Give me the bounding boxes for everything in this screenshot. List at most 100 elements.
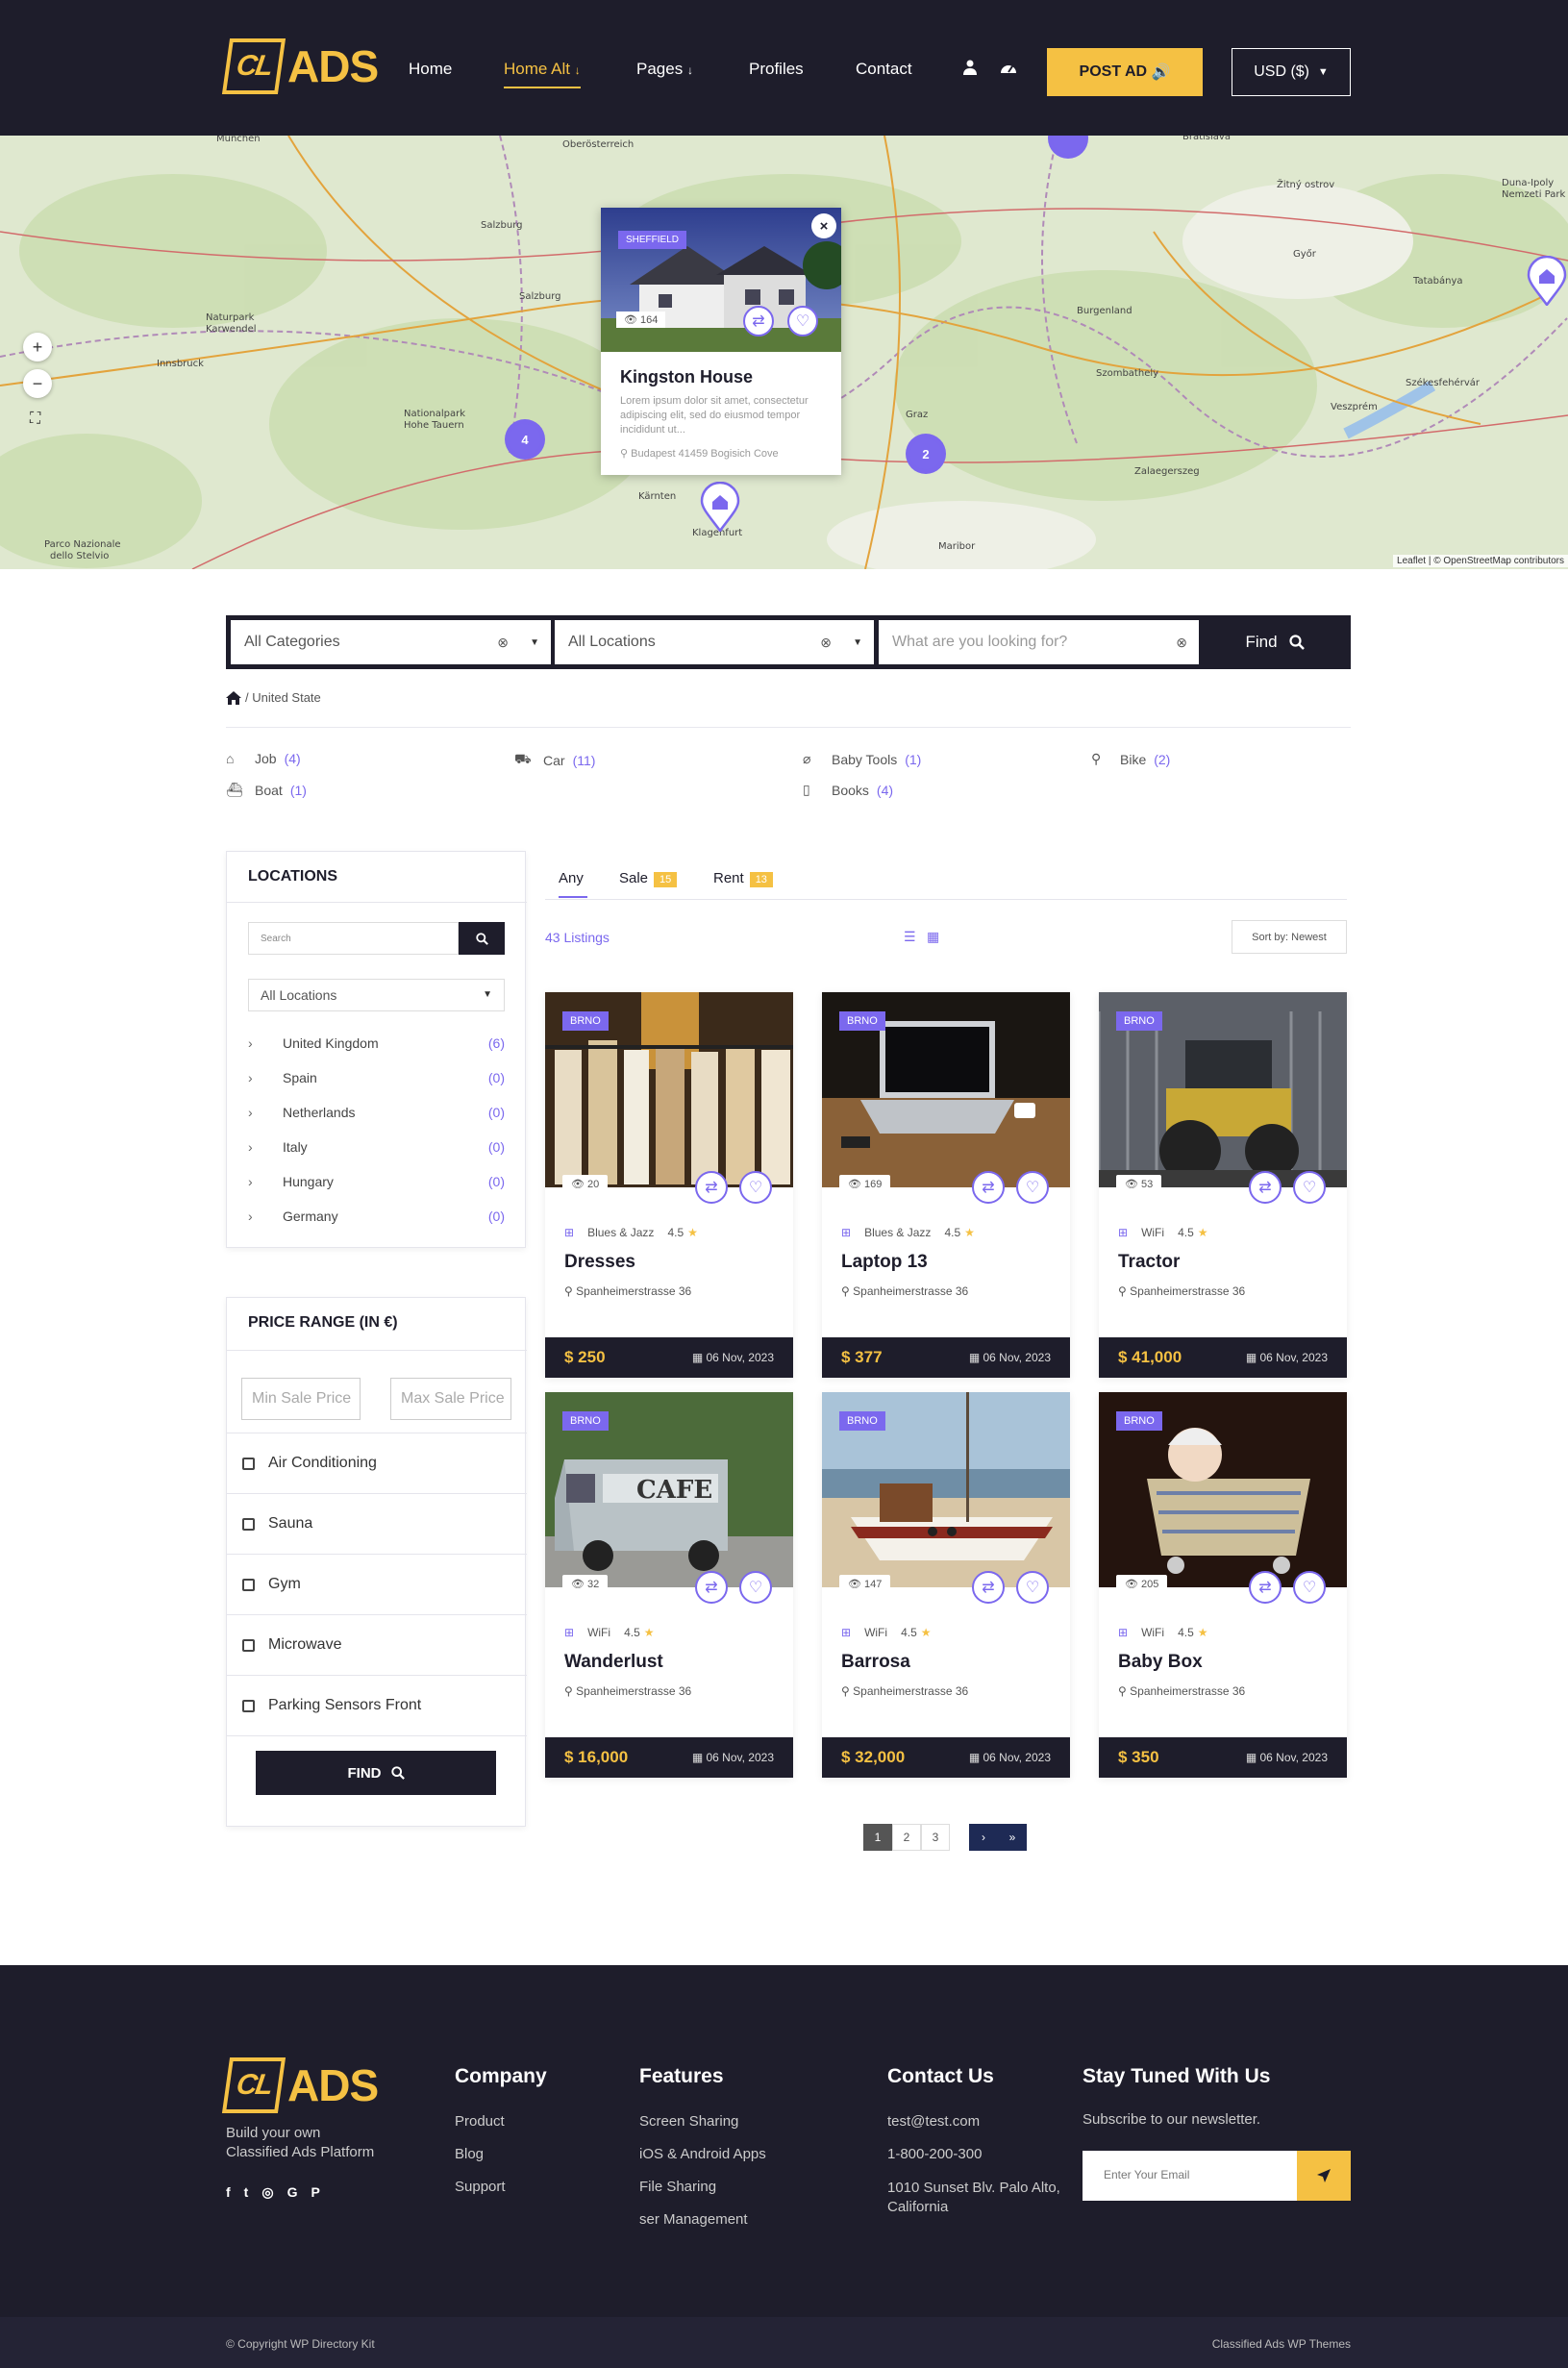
category-boat[interactable]: ⛴ Boat (1) [226,782,307,798]
location-item[interactable]: › Italy (0) [248,1139,505,1155]
clear-icon[interactable]: ⊗ [497,635,509,651]
tab-rent[interactable]: Rent 13 [713,870,773,887]
listing-card[interactable]: CAFE BRNO 👁 32 ⇄ ♡ ⊞ WiFi 4.5 ★ Wanderlust … [545,1392,793,1778]
location-select[interactable]: All Locations ▼ [248,979,505,1011]
tab-sale[interactable]: Sale 15 [619,870,678,887]
post-ad-button[interactable]: POST AD 🔊 [1047,48,1203,96]
newsletter-email-input[interactable]: Enter Your Email [1083,2151,1297,2201]
list-view-icon[interactable]: ☰ [904,929,916,945]
heart-icon[interactable]: ♡ [739,1571,772,1604]
heart-icon[interactable]: ♡ [1016,1571,1049,1604]
grid-view-icon[interactable]: ▦ [927,929,939,945]
footer-email[interactable]: test@test.com [887,2113,980,2130]
category-baby-tools[interactable]: ⌀ Baby Tools (1) [803,751,921,767]
nav-pages[interactable]: Pages ↓ [636,60,693,79]
map-marker-home-icon[interactable] [700,481,740,534]
last-page-button[interactable]: » [998,1824,1027,1851]
feature-checkbox[interactable]: Air Conditioning [227,1433,527,1493]
footer-link[interactable]: Support [455,2179,506,2195]
zoom-out-button[interactable]: − [23,369,52,398]
location-search-button[interactable] [459,922,505,955]
listing-card[interactable]: BRNO 👁 20 ⇄ ♡ ⊞ Blues & Jazz 4.5 ★ Dresses … [545,992,793,1378]
listing-card[interactable]: BRNO 👁 169 ⇄ ♡ ⊞ Blues & Jazz 4.5 ★ Laptop … [822,992,1070,1378]
heart-icon[interactable]: ♡ [1293,1571,1326,1604]
map-cluster[interactable]: 2 [906,434,946,474]
compare-icon[interactable]: ⇄ [1249,1171,1282,1204]
breadcrumb-text[interactable]: / United State [245,690,321,705]
listing-card[interactable]: BRNO 👁 147 ⇄ ♡ ⊞ WiFi 4.5 ★ Barrosa ⚲ Spanh… [822,1392,1070,1778]
location-item[interactable]: › Spain (0) [248,1070,505,1085]
heart-icon[interactable]: ♡ [1016,1171,1049,1204]
home-icon[interactable] [226,690,241,705]
location-item[interactable]: › Netherlands (0) [248,1105,505,1120]
next-page-button[interactable]: › [969,1824,998,1851]
page-button[interactable]: 3 [921,1824,950,1851]
compare-icon[interactable]: ⇄ [743,306,774,337]
max-price-input[interactable]: Max Sale Price [390,1378,511,1420]
facebook-icon[interactable]: f [226,2184,231,2201]
category-bike[interactable]: ⚲ Bike (2) [1091,751,1170,767]
feature-checkbox[interactable]: Gym [227,1554,527,1614]
clear-icon[interactable]: ⊗ [1176,635,1187,651]
find-button[interactable]: Find [1199,615,1351,669]
compare-icon[interactable]: ⇄ [695,1171,728,1204]
listing-title[interactable]: Barrosa [841,1652,910,1673]
location-search-input[interactable]: Search [248,922,459,955]
compare-icon[interactable]: ⇄ [972,1571,1005,1604]
location-item[interactable]: › Hungary (0) [248,1174,505,1189]
user-icon[interactable] [963,60,977,79]
heart-icon[interactable]: ♡ [787,306,818,337]
location-item[interactable]: › Germany (0) [248,1209,505,1224]
category-select[interactable]: All Categories ⊗ ▼ [231,620,551,664]
currency-select[interactable]: USD ($) ▼ [1232,48,1351,96]
location-item[interactable]: › United Kingdom (6) [248,1035,505,1051]
clear-icon[interactable]: ⊗ [820,635,832,651]
map-attribution[interactable]: Leaflet | © OpenStreetMap contributors [1393,555,1568,567]
feature-checkbox[interactable]: Microwave [227,1614,527,1675]
footer-link[interactable]: iOS & Android Apps [639,2146,766,2162]
footer-link[interactable]: ser Management [639,2211,748,2228]
compare-icon[interactable]: ⇄ [695,1571,728,1604]
feature-checkbox[interactable]: Sauna [227,1493,527,1554]
tab-any[interactable]: Any [559,870,587,898]
listing-title[interactable]: Dresses [564,1252,635,1273]
dashboard-icon[interactable] [1000,61,1017,79]
listing-card[interactable]: BRNO 👁 53 ⇄ ♡ ⊞ WiFi 4.5 ★ Tractor ⚲ Spanhe… [1099,992,1347,1378]
map-cluster[interactable]: 4 [505,419,545,460]
map-marker-home-icon[interactable] [1527,255,1567,308]
nav-home-alt[interactable]: Home Alt ↓ [504,60,581,88]
heart-icon[interactable]: ♡ [1293,1171,1326,1204]
nav-profiles[interactable]: Profiles [749,60,804,79]
nav-contact[interactable]: Contact [856,60,912,79]
location-select[interactable]: All Locations ⊗ ▼ [555,620,874,664]
footer-phone[interactable]: 1-800-200-300 [887,2146,982,2162]
compare-icon[interactable]: ⇄ [1249,1571,1282,1604]
min-price-input[interactable]: Min Sale Price [241,1378,361,1420]
fullscreen-icon[interactable]: ⛶ [30,411,40,428]
listing-title[interactable]: Tractor [1118,1252,1180,1273]
sort-select[interactable]: Sort by: Newest [1232,920,1347,954]
category-car[interactable]: ⛟ Car (11) [514,751,595,769]
feature-checkbox[interactable]: Parking Sensors Front [227,1675,527,1735]
zoom-in-button[interactable]: + [23,333,52,361]
newsletter-submit-button[interactable] [1297,2151,1351,2201]
google-icon[interactable]: G [287,2184,298,2201]
page-button[interactable]: 1 [863,1824,892,1851]
heart-icon[interactable]: ♡ [739,1171,772,1204]
page-button[interactable]: 2 [892,1824,921,1851]
footer-link[interactable]: Product [455,2113,505,2130]
category-books[interactable]: ▯ Books (4) [803,782,893,798]
listing-card[interactable]: BRNO 👁 205 ⇄ ♡ ⊞ WiFi 4.5 ★ Baby Box ⚲ Span… [1099,1392,1347,1778]
compare-icon[interactable]: ⇄ [972,1171,1005,1204]
price-find-button[interactable]: FIND [256,1751,496,1795]
footer-link[interactable]: Screen Sharing [639,2113,738,2130]
nav-home[interactable]: Home [409,60,452,79]
listing-title[interactable]: Laptop 13 [841,1252,928,1273]
listing-title[interactable]: Baby Box [1118,1652,1203,1673]
footer-link[interactable]: File Sharing [639,2179,716,2195]
popup-title[interactable]: Kingston House [620,367,753,387]
keyword-input[interactable]: What are you looking for? ⊗ [879,620,1199,664]
footer-link[interactable]: Blog [455,2146,484,2162]
site-logo[interactable]: CL ADS [221,38,379,94]
close-icon[interactable]: × [811,213,836,238]
